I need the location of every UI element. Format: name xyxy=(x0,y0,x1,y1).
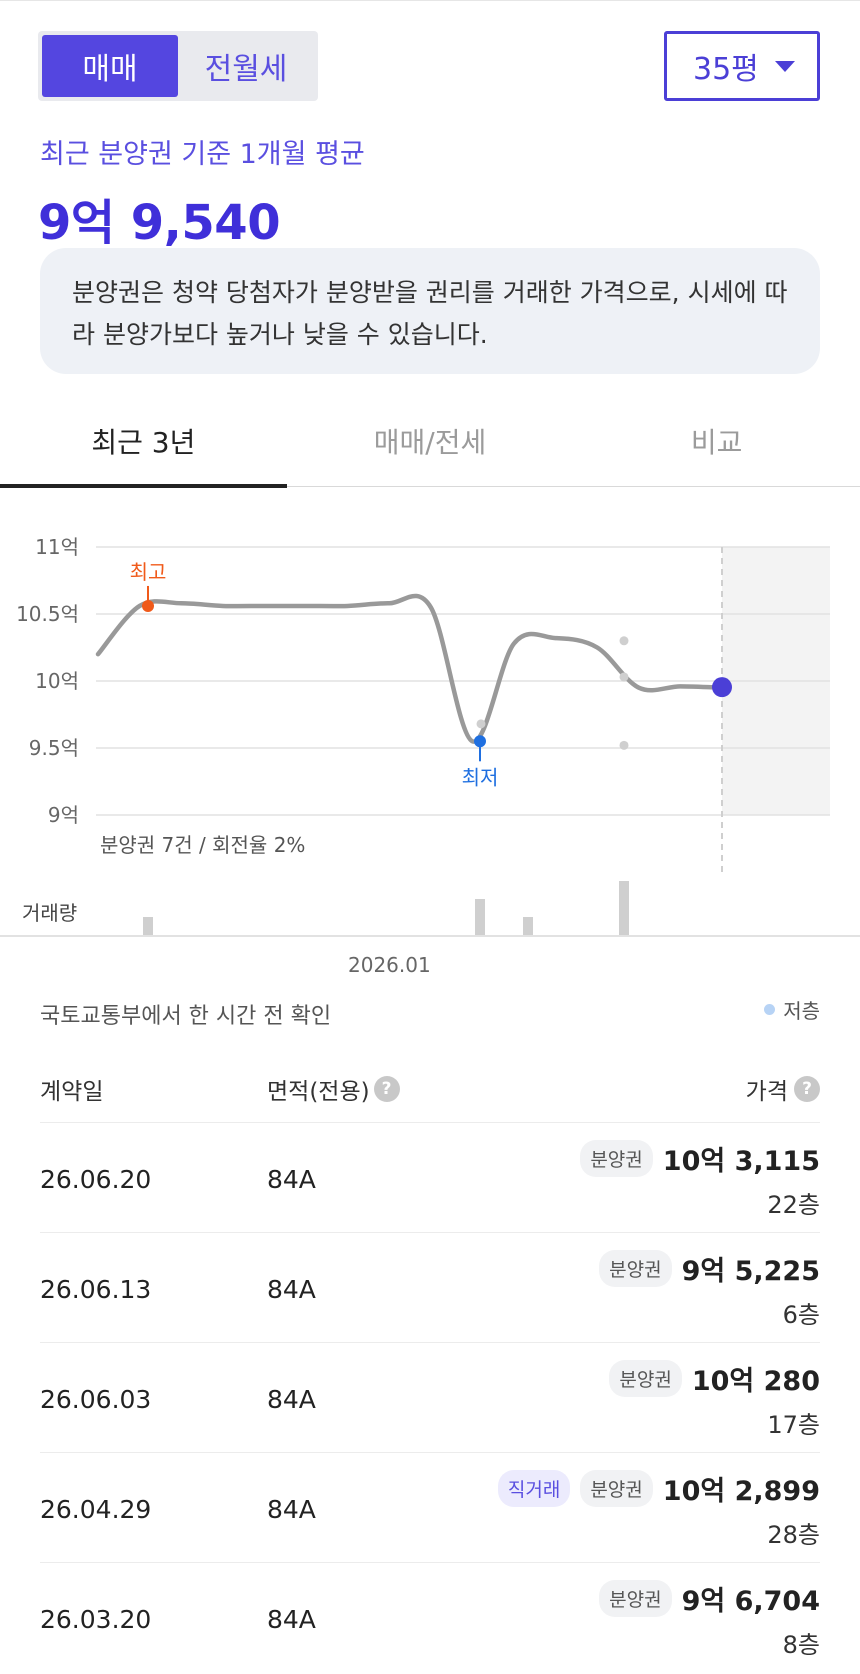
average-label: 최근 분양권 기준 1개월 평균 xyxy=(40,139,365,170)
table-row[interactable]: 26.03.20 84A 분양권 9억 6,704 8층 xyxy=(40,1562,820,1672)
transaction-list: 26.06.20 84A 분양권 10억 3,115 22층 26.06.13 84A 분양권… xyxy=(40,1122,820,1672)
row-price-line: 직거래 분양권 10억 2,899 xyxy=(497,1469,820,1508)
row-price: 10억 2,899 xyxy=(662,1476,820,1507)
y-tick-label: 10.5억 xyxy=(16,602,79,626)
chart-tabs: 최근 3년 매매/전세 비교 xyxy=(0,395,860,488)
row-price: 9억 6,704 xyxy=(681,1586,820,1617)
header-area-label: 면적(전용) xyxy=(267,1079,370,1105)
row-area: 84A xyxy=(267,1385,316,1414)
transaction-point xyxy=(619,740,629,750)
presale-badge: 분양권 xyxy=(580,1140,653,1177)
current-price-dot xyxy=(712,677,732,698)
trade-type-toggle: 매매 전월세 xyxy=(38,31,318,101)
area-dropdown-value: 35평 xyxy=(693,52,759,87)
y-tick-label: 11억 xyxy=(35,535,79,559)
toggle-sale[interactable]: 매매 xyxy=(42,35,178,97)
tab-compare[interactable]: 비교 xyxy=(573,395,860,486)
row-price: 9억 5,225 xyxy=(681,1256,820,1287)
row-floor: 8층 xyxy=(782,1631,820,1659)
chart-note: 분양권 7건 / 회전율 2% xyxy=(100,833,306,857)
row-date: 26.03.20 xyxy=(40,1605,152,1634)
row-area: 84A xyxy=(267,1275,316,1304)
average-price: 9억 9,540 xyxy=(38,195,281,251)
price-chart-svg: 11억 10.5억 10억 9.5억 9억 최고최저 xyxy=(0,535,860,937)
y-tick-label: 9억 xyxy=(48,803,79,827)
table-row[interactable]: 26.06.20 84A 분양권 10억 3,115 22층 xyxy=(40,1122,820,1232)
tab-recent-3y[interactable]: 최근 3년 xyxy=(0,395,287,488)
transaction-point xyxy=(619,672,629,682)
y-tick-label: 10억 xyxy=(35,669,79,693)
table-row[interactable]: 26.06.03 84A 분양권 10억 280 17층 xyxy=(40,1342,820,1452)
area-dropdown[interactable]: 35평 xyxy=(664,31,820,101)
row-date: 26.06.03 xyxy=(40,1385,152,1414)
row-floor: 28층 xyxy=(767,1521,820,1549)
table-header: 계약일 면적(전용) ? 가격 ? xyxy=(40,1058,820,1122)
row-area: 84A xyxy=(267,1495,316,1524)
volume-label: 거래량 xyxy=(22,901,78,925)
header-price-label: 가격 xyxy=(745,1079,788,1105)
row-price: 10억 280 xyxy=(691,1366,820,1397)
presale-badge: 분양권 xyxy=(580,1470,653,1507)
row-floor: 6층 xyxy=(782,1301,820,1329)
tab-sale-jeonse[interactable]: 매매/전세 xyxy=(287,395,574,486)
help-icon[interactable]: ? xyxy=(373,1076,400,1102)
direct-deal-badge: 직거래 xyxy=(497,1470,571,1507)
presale-badge: 분양권 xyxy=(599,1580,672,1617)
row-price-line: 분양권 9억 5,225 xyxy=(599,1249,820,1288)
transaction-point xyxy=(619,636,629,646)
toggle-rent[interactable]: 전월세 xyxy=(178,35,314,97)
source-note: 국토교통부에서 한 시간 전 확인 xyxy=(40,1004,332,1029)
volume-bar xyxy=(523,917,533,935)
top-divider xyxy=(0,0,860,1)
price-line xyxy=(95,593,725,744)
row-floor: 17층 xyxy=(767,1411,820,1439)
volume-bar xyxy=(619,881,629,935)
volume-bar xyxy=(475,899,485,935)
row-floor: 22층 xyxy=(767,1191,820,1219)
low-marker-dot xyxy=(474,735,486,748)
row-area: 84A xyxy=(267,1605,316,1634)
x-tick-label: 2026.01 xyxy=(348,953,431,977)
transaction-point xyxy=(476,719,486,729)
header-price: 가격 ? xyxy=(746,1072,820,1106)
volume-bar xyxy=(143,917,153,935)
y-tick-label: 9.5억 xyxy=(29,736,79,760)
header-date: 계약일 xyxy=(40,1079,104,1105)
presale-badge: 분양권 xyxy=(609,1360,682,1397)
legend-label: 저층 xyxy=(783,999,820,1023)
high-marker-label: 최고 xyxy=(130,560,167,584)
help-icon[interactable]: ? xyxy=(794,1076,820,1102)
row-date: 26.04.29 xyxy=(40,1495,152,1524)
high-marker-dot xyxy=(142,599,154,612)
table-row[interactable]: 26.04.29 84A 직거래 분양권 10억 2,899 28층 xyxy=(40,1452,820,1562)
caret-down-icon xyxy=(775,61,795,72)
row-price-line: 분양권 10억 3,115 xyxy=(580,1139,820,1178)
row-price-line: 분양권 10억 280 xyxy=(609,1359,820,1398)
low-marker-label: 최저 xyxy=(462,765,499,789)
price-chart: 11억 10.5억 10억 9.5억 9억 최고최저 분양권 7건 / 회전율 2% 거래… xyxy=(0,505,860,945)
table-row[interactable]: 26.06.13 84A 분양권 9억 5,225 6층 xyxy=(40,1232,820,1342)
row-area: 84A xyxy=(267,1165,316,1194)
row-price-line: 분양권 9억 6,704 xyxy=(599,1579,820,1618)
row-price: 10억 3,115 xyxy=(662,1146,820,1177)
notice-box: 분양권은 청약 당첨자가 분양받을 권리를 거래한 가격으로, 시세에 따라 분… xyxy=(40,248,820,374)
legend-dot xyxy=(764,1004,776,1015)
header-area: 면적(전용) ? xyxy=(267,1072,400,1106)
legend: 저층 xyxy=(764,995,820,1024)
row-date: 26.06.20 xyxy=(40,1165,152,1194)
presale-badge: 분양권 xyxy=(599,1250,672,1287)
row-date: 26.06.13 xyxy=(40,1275,152,1304)
